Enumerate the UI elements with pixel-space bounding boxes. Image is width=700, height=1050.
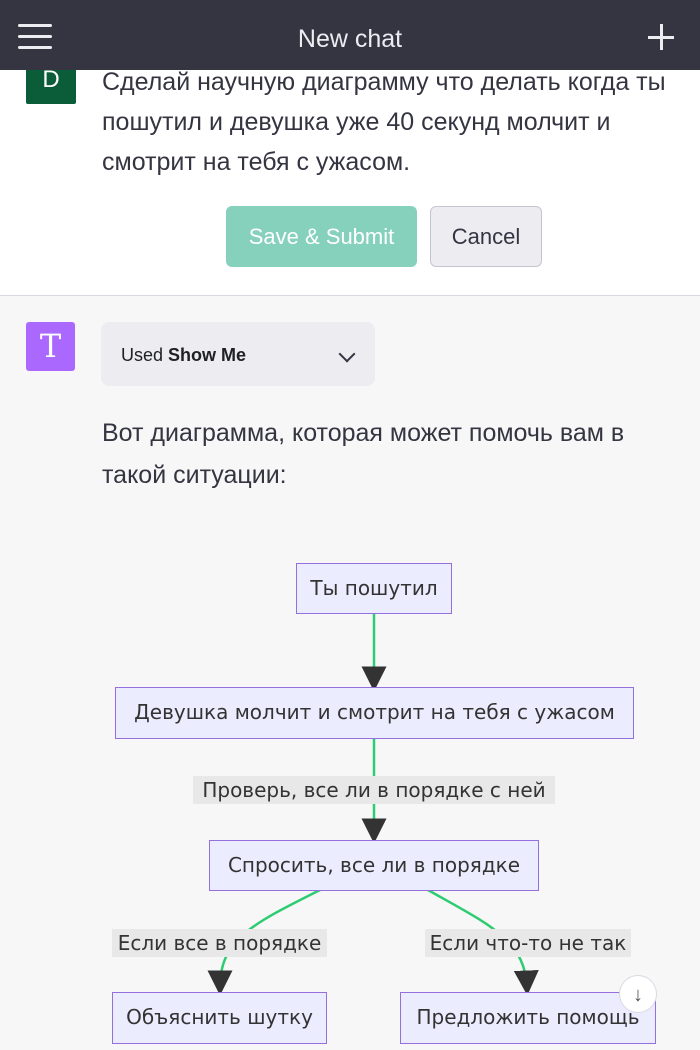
save-submit-button[interactable]: Save & Submit	[226, 206, 417, 267]
node-explain: Объяснить шутку	[112, 992, 327, 1044]
page-title: New chat	[297, 25, 403, 53]
plugin-used-text: Used	[121, 345, 164, 365]
node-help: Предложить помощь	[400, 992, 656, 1044]
chevron-down-icon	[338, 345, 356, 363]
edge-label-check: Проверь, все ли в порядке с ней	[193, 776, 555, 804]
flowchart-diagram: Ты пошутил Девушка молчит и смотрит на т…	[0, 520, 700, 1050]
plugin-name: Show Me	[168, 345, 247, 365]
edit-message-text[interactable]: Сделай научную диаграмму что делать когд…	[102, 62, 672, 182]
edge-label-if-ok: Если все в порядке	[112, 929, 327, 957]
arrow-down-icon[interactable]: ↓	[619, 975, 657, 1013]
node-silent: Девушка молчит и смотрит на тебя с ужасо…	[115, 687, 634, 739]
cancel-button[interactable]: Cancel	[430, 206, 542, 267]
plugin-usage-toggle[interactable]: Used Show Me	[101, 322, 375, 386]
node-start: Ты пошутил	[296, 563, 452, 614]
top-bar: New chat	[0, 0, 700, 70]
plugin-usage-label: Used Show Me	[121, 322, 246, 388]
edge-label-if-not: Если что-то не так	[425, 929, 631, 957]
plus-icon[interactable]	[648, 24, 674, 50]
node-ask: Спросить, все ли в порядке	[209, 840, 539, 891]
assistant-avatar: T	[26, 322, 75, 371]
assistant-answer-text: Вот диаграмма, которая может помочь вам …	[102, 419, 625, 489]
